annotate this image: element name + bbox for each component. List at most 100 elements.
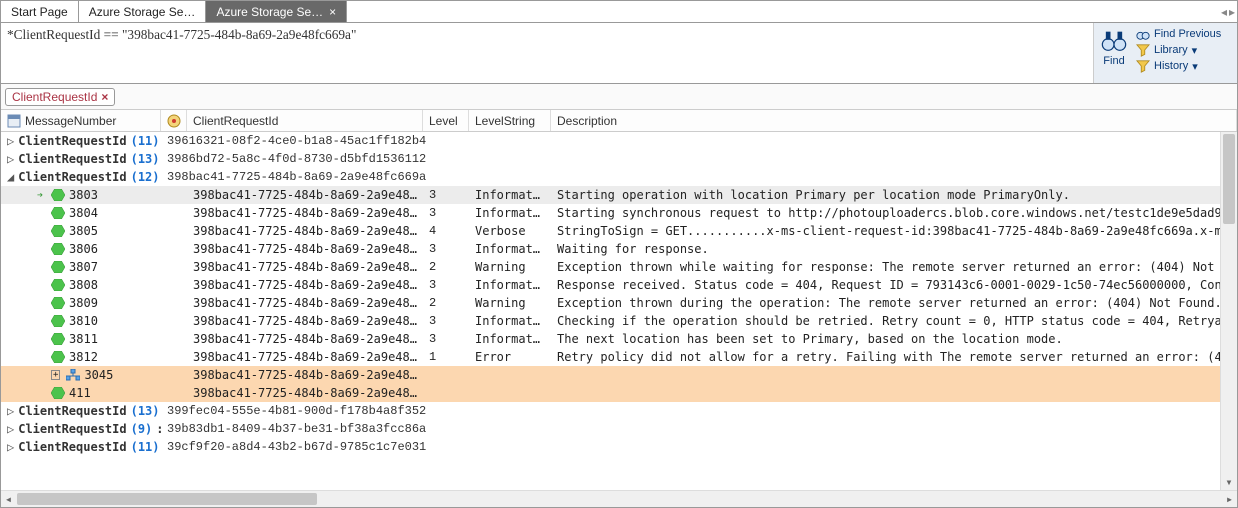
- table-row[interactable]: ➔3810398bac41-7725-484b-8a69-2a9e48fc669…: [1, 312, 1237, 330]
- expand-plus-icon[interactable]: +: [51, 370, 60, 380]
- find-previous-button[interactable]: Find Previous: [1136, 27, 1221, 41]
- scroll-thumb[interactable]: [1223, 134, 1235, 224]
- history-label: History: [1154, 60, 1188, 72]
- message-number: 411: [69, 386, 91, 400]
- vertical-scrollbar[interactable]: ▴ ▾: [1220, 132, 1237, 490]
- header-label: MessageNumber: [25, 114, 116, 128]
- close-icon[interactable]: ×: [329, 5, 336, 19]
- group-label: ClientRequestId: [18, 440, 126, 454]
- message-number: 3811: [69, 332, 98, 346]
- expand-icon[interactable]: ▷: [7, 152, 14, 166]
- group-label: ClientRequestId: [18, 422, 126, 436]
- expand-icon[interactable]: ▷: [7, 404, 14, 418]
- grid-body: ▷ ClientRequestId (11):39616321-08f2-4ce…: [1, 132, 1237, 507]
- group-row[interactable]: ◢ ClientRequestId (12):398bac41-7725-484…: [1, 168, 1237, 186]
- tab-azure-2[interactable]: Azure Storage Se… ×: [206, 1, 347, 22]
- cell-description: The next location has been set to Primar…: [551, 332, 1237, 346]
- header-icon-col[interactable]: [161, 110, 187, 131]
- cell-level: 4: [423, 224, 469, 238]
- current-row-marker-icon: ➔: [37, 190, 43, 201]
- message-number: 3810: [69, 314, 98, 328]
- table-row[interactable]: ➔3812398bac41-7725-484b-8a69-2a9e48fc669…: [1, 348, 1237, 366]
- table-row[interactable]: ➔411398bac41-7725-484b-8a69-2a9e48fc669a: [1, 384, 1237, 402]
- table-row[interactable]: ➔ 3803 398bac41-7725-484b-8a69-2a9e48fc669…: [1, 186, 1237, 204]
- header-clientrequestid[interactable]: ClientRequestId: [187, 110, 423, 131]
- expand-icon[interactable]: ▷: [7, 422, 14, 436]
- cell-clientrequestid: 398bac41-7725-484b-8a69-2a9e48fc669a: [187, 260, 423, 274]
- cell-levelstring: Error: [469, 350, 551, 364]
- table-row[interactable]: ➔3805398bac41-7725-484b-8a69-2a9e48fc669…: [1, 222, 1237, 240]
- scroll-left-icon[interactable]: ◂: [1, 491, 16, 507]
- cell-clientrequestid: 398bac41-7725-484b-8a69-2a9e48fc669a: [187, 242, 423, 256]
- find-label: Find: [1103, 55, 1124, 67]
- group-row[interactable]: ▷ ClientRequestId (13):3986bd72-5a8c-4f0…: [1, 150, 1237, 168]
- cell-level: 3: [423, 206, 469, 220]
- cell-description: Response received. Status code = 404, Re…: [551, 278, 1237, 292]
- cell-level: 1: [423, 350, 469, 364]
- table-row[interactable]: ➔3811398bac41-7725-484b-8a69-2a9e48fc669…: [1, 330, 1237, 348]
- scroll-thumb[interactable]: [17, 493, 317, 505]
- table-row[interactable]: ➔3808398bac41-7725-484b-8a69-2a9e48fc669…: [1, 276, 1237, 294]
- table-row[interactable]: ➔+3045398bac41-7725-484b-8a69-2a9e48fc66…: [1, 366, 1237, 384]
- cell-levelstring: Warning: [469, 260, 551, 274]
- cell-clientrequestid: 398bac41-7725-484b-8a69-2a9e48fc669a: [187, 386, 423, 400]
- message-number: 3809: [69, 296, 98, 310]
- close-icon[interactable]: ×: [101, 90, 108, 104]
- header-levelstring[interactable]: LevelString: [469, 110, 551, 131]
- hex-icon: [51, 351, 65, 363]
- group-row[interactable]: ▷ ClientRequestId (11):39cf9f20-a8d4-43b…: [1, 438, 1237, 456]
- tab-label: Azure Storage Se…: [216, 5, 323, 19]
- hex-icon: [51, 225, 65, 237]
- group-count: (12): [131, 170, 160, 184]
- group-label: ClientRequestId: [18, 134, 126, 148]
- cell-clientrequestid: 398bac41-7725-484b-8a69-2a9e48fc669a: [187, 350, 423, 364]
- scroll-down-icon[interactable]: ▾: [1221, 475, 1237, 490]
- group-count: (11): [131, 134, 160, 148]
- header-level[interactable]: Level: [423, 110, 469, 131]
- table-row[interactable]: ➔3809398bac41-7725-484b-8a69-2a9e48fc669…: [1, 294, 1237, 312]
- chevron-left-icon[interactable]: ◂: [1221, 5, 1227, 19]
- cell-clientrequestid: 398bac41-7725-484b-8a69-2a9e48fc669a: [187, 188, 423, 202]
- find-button[interactable]: Find: [1096, 27, 1132, 67]
- scroll-right-icon[interactable]: ▸: [1222, 491, 1237, 507]
- tab-scroll-arrows[interactable]: ◂ ▸: [1221, 1, 1235, 23]
- cell-levelstring: Information: [469, 242, 551, 256]
- cell-level: 3: [423, 188, 469, 202]
- chevron-right-icon[interactable]: ▸: [1229, 5, 1235, 19]
- table-row[interactable]: ➔3804398bac41-7725-484b-8a69-2a9e48fc669…: [1, 204, 1237, 222]
- header-description[interactable]: Description: [551, 110, 1237, 131]
- group-row[interactable]: ▷ ClientRequestId (13):399fec04-555e-4b8…: [1, 402, 1237, 420]
- cell-level: 3: [423, 278, 469, 292]
- cell-description: Waiting for response.: [551, 242, 1237, 256]
- expand-icon[interactable]: ▷: [7, 440, 14, 454]
- message-number: 3045: [84, 368, 113, 382]
- expand-icon[interactable]: ◢: [7, 170, 14, 184]
- cell-levelstring: Information: [469, 188, 551, 202]
- tab-azure-1[interactable]: Azure Storage Se…: [79, 1, 207, 22]
- cell-clientrequestid: 398bac41-7725-484b-8a69-2a9e48fc669a: [187, 206, 423, 220]
- tab-start-page[interactable]: Start Page: [1, 1, 79, 22]
- history-button[interactable]: History ▾: [1136, 59, 1221, 73]
- group-id: 39cf9f20-a8d4-43b2-b67d-9785c1c7e031: [161, 440, 432, 454]
- tab-label: Azure Storage Se…: [89, 5, 196, 19]
- group-row[interactable]: ▷ ClientRequestId (11):39616321-08f2-4ce…: [1, 132, 1237, 150]
- group-id: 39b83db1-8409-4b37-be31-bf38a3fcc86a: [161, 422, 432, 436]
- filter-chip-clientrequestid[interactable]: ClientRequestId ×: [5, 88, 115, 106]
- find-toolbar: Find Find Previous Library ▾: [1093, 23, 1237, 83]
- group-row[interactable]: ▷ ClientRequestId (9):39b83db1-8409-4b37…: [1, 420, 1237, 438]
- header-messagenumber[interactable]: MessageNumber: [1, 110, 161, 131]
- table-row[interactable]: ➔3806398bac41-7725-484b-8a69-2a9e48fc669…: [1, 240, 1237, 258]
- expand-icon[interactable]: ▷: [7, 134, 14, 148]
- column-headers: MessageNumber ClientRequestId Level Leve…: [1, 110, 1237, 132]
- group-count: (11): [131, 440, 160, 454]
- message-number: 3803: [69, 188, 98, 202]
- cell-clientrequestid: 398bac41-7725-484b-8a69-2a9e48fc669a: [187, 368, 423, 382]
- cell-clientrequestid: 398bac41-7725-484b-8a69-2a9e48fc669a: [187, 278, 423, 292]
- chevron-down-icon: ▾: [1192, 60, 1198, 73]
- horizontal-scrollbar[interactable]: ◂ ▸: [1, 490, 1237, 507]
- library-button[interactable]: Library ▾: [1136, 43, 1221, 57]
- query-input[interactable]: [1, 23, 1093, 83]
- table-row[interactable]: ➔3807398bac41-7725-484b-8a69-2a9e48fc669…: [1, 258, 1237, 276]
- binoculars-small-icon: [1136, 27, 1150, 41]
- cell-clientrequestid: 398bac41-7725-484b-8a69-2a9e48fc669a: [187, 332, 423, 346]
